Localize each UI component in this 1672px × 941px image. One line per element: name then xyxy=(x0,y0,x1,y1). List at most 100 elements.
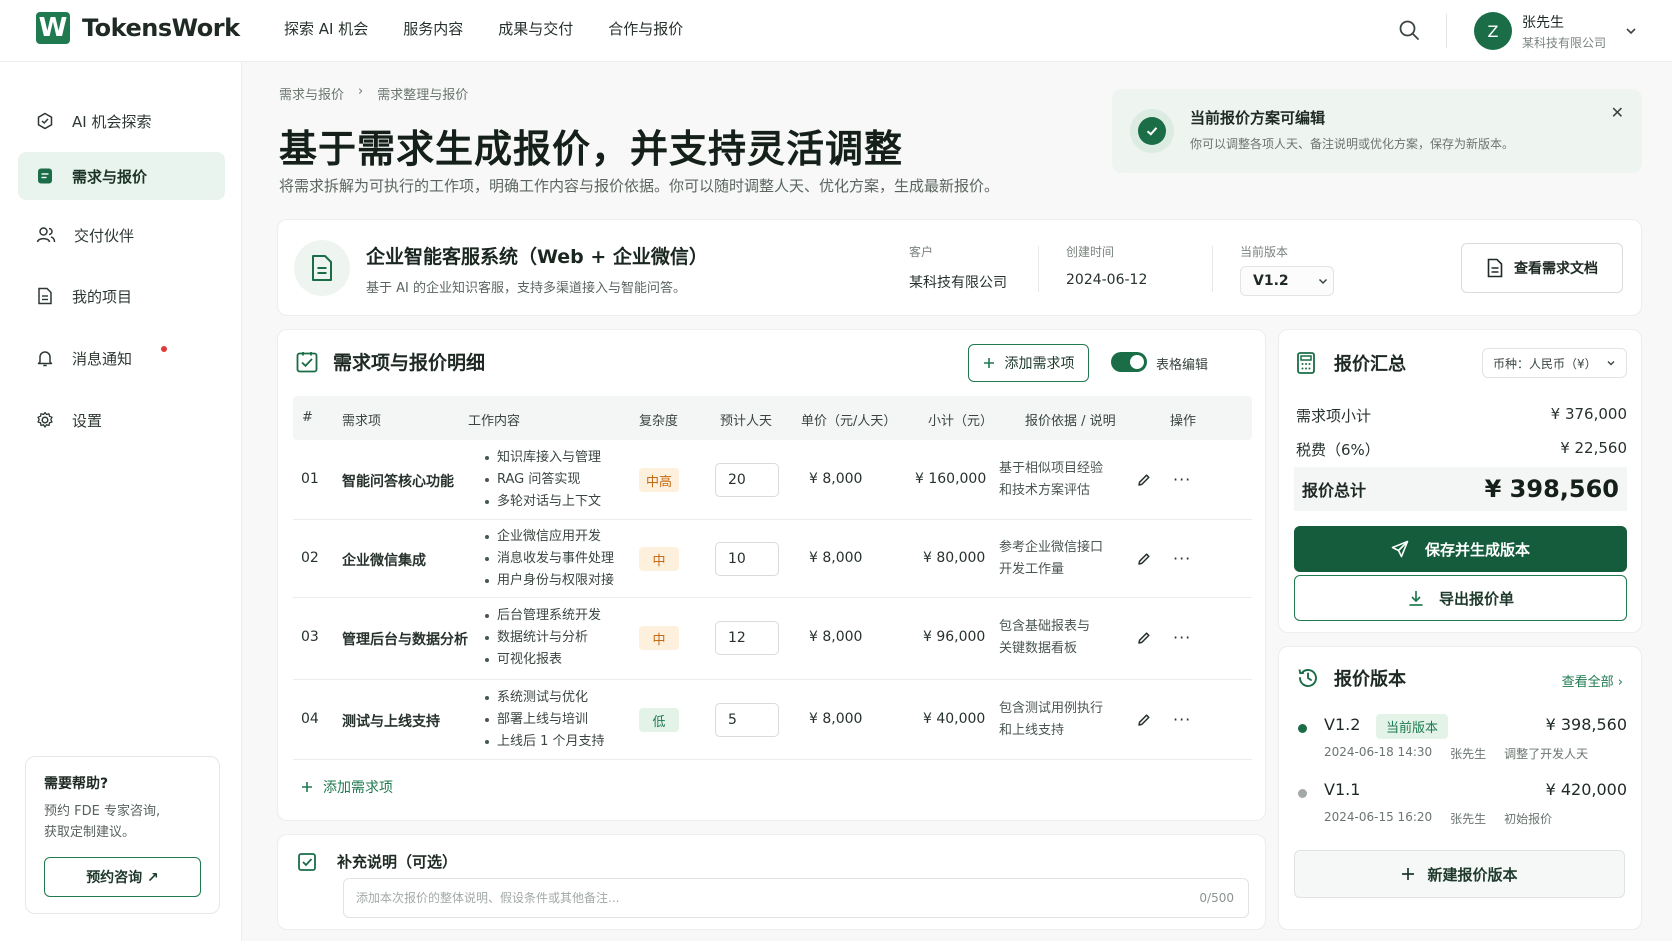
export-quote-button[interactable]: 导出报价单 xyxy=(1294,575,1627,621)
save-version-button[interactable]: 保存并生成版本 xyxy=(1294,526,1627,572)
bell-icon xyxy=(36,349,54,367)
add-item-button[interactable]: 添加需求项 xyxy=(968,344,1089,382)
col-days: 预计人天 xyxy=(720,414,773,429)
more-icon[interactable]: ··· xyxy=(1173,549,1191,568)
file-icon xyxy=(1486,258,1504,278)
row-index: 03 xyxy=(301,629,319,645)
document-icon xyxy=(36,167,54,185)
col-work: 工作内容 xyxy=(468,414,521,429)
version-select[interactable]: V1.2 xyxy=(1240,266,1334,296)
row-index: 01 xyxy=(301,471,319,487)
version-name: V1.1 xyxy=(1324,780,1361,799)
row-works: 知识库接入与管理 RAG 问答实现 多轮对话与上下文 xyxy=(483,447,601,513)
more-icon[interactable]: ··· xyxy=(1173,628,1191,647)
sidebar-item-partners[interactable]: 交付伙伴 xyxy=(18,211,225,259)
complexity-badge: 中高 xyxy=(639,468,679,492)
version-amount: ¥ 398,560 xyxy=(1545,715,1627,734)
row-price: ¥ 8,000 xyxy=(809,550,863,566)
version-meta: 2024-06-18 14:30 张先生 调整了开发人天 xyxy=(1324,745,1589,761)
breadcrumb-item[interactable]: 需求与报价 xyxy=(279,84,344,103)
edit-icon[interactable] xyxy=(1137,713,1151,727)
row-name: 智能问答核心功能 xyxy=(342,474,454,490)
nav-explore[interactable]: 探索 AI 机会 xyxy=(284,18,368,39)
row-actions: ··· xyxy=(1137,549,1191,568)
toggle-label: 表格编辑 xyxy=(1156,358,1209,373)
row-note: 包含测试用例执行 和上线支持 xyxy=(999,701,1104,738)
more-icon[interactable]: ··· xyxy=(1173,470,1191,489)
items-title: 需求项与报价明细 xyxy=(333,352,486,374)
avatar[interactable]: Z xyxy=(1474,12,1512,50)
client-meta: 客户 某科技有限公司 xyxy=(909,245,1007,291)
summary-title: 报价汇总 xyxy=(1334,354,1406,375)
row-name: 管理后台与数据分析 xyxy=(342,632,468,648)
table-row: 03 管理后台与数据分析 后台管理系统开发 数据统计与分析 可视化报表 中 12… xyxy=(293,598,1252,680)
chevron-down-icon[interactable] xyxy=(1624,24,1638,38)
col-ops: 操作 xyxy=(1170,414,1197,429)
versions-header: 报价版本 xyxy=(1296,665,1406,691)
days-input[interactable]: 12 xyxy=(715,621,779,655)
days-input[interactable]: 10 xyxy=(715,542,779,576)
more-icon[interactable]: ··· xyxy=(1173,710,1191,729)
add-item-link[interactable]: 添加需求项 xyxy=(301,777,393,797)
row-subtotal: ¥ 96,000 xyxy=(923,629,986,645)
new-version-button[interactable]: 新建报价版本 xyxy=(1294,850,1625,898)
row-note: 参考企业微信接口 开发工作量 xyxy=(999,540,1104,577)
col-index: # xyxy=(302,410,313,425)
supplement-header: 补充说明（可选） xyxy=(297,851,457,872)
project-info-card: 企业智能客服系统（Web + 企业微信） 基于 AI 的企业知识客服，支持多渠道… xyxy=(277,219,1642,316)
help-card: 需要帮助? 预约 FDE 专家咨询, 获取定制建议。 预约咨询 ↗ xyxy=(25,756,220,914)
view-doc-button[interactable]: 查看需求文档 xyxy=(1461,243,1623,293)
sidebar-item-settings[interactable]: 设置 xyxy=(18,396,225,444)
sidebar: AI 机会探索 需求与报价 交付伙伴 我的项目 消息通知 设置 需要帮助? 预约… xyxy=(0,62,242,941)
sidebar-item-label: AI 机会探索 xyxy=(72,112,152,131)
items-header: 需求项与报价明细 xyxy=(295,348,485,375)
logo[interactable]: W TokensWork xyxy=(36,12,240,44)
edit-icon[interactable] xyxy=(1137,552,1151,566)
compass-icon xyxy=(36,112,54,130)
days-input[interactable]: 20 xyxy=(715,463,779,497)
summary-card: 报价汇总 币种：人民币（¥） 需求项小计 ¥ 376,000 税费（6%） ¥ … xyxy=(1278,329,1642,633)
logo-mark: W xyxy=(36,12,70,44)
help-desc: 预约 FDE 专家咨询, 获取定制建议。 xyxy=(44,804,161,840)
row-name: 测试与上线支持 xyxy=(342,714,440,730)
version-amount: ¥ 420,000 xyxy=(1545,780,1627,799)
version-dot xyxy=(1298,724,1307,733)
nav-pricing[interactable]: 合作与报价 xyxy=(608,18,683,39)
supplement-textarea[interactable]: 添加本次报价的整体说明、假设条件或其他备注... 0/500 xyxy=(343,878,1249,918)
sidebar-item-quote[interactable]: 需求与报价 xyxy=(18,152,225,200)
days-input[interactable]: 5 xyxy=(715,703,779,737)
currency-select[interactable]: 币种：人民币（¥） xyxy=(1482,348,1627,378)
created-meta: 创建时间 2024-06-12 xyxy=(1066,245,1148,288)
table-edit-toggle[interactable] xyxy=(1111,352,1147,372)
close-icon[interactable]: ✕ xyxy=(1611,103,1624,122)
checkbox-icon xyxy=(297,852,317,872)
subtotal-row: 需求项小计 ¥ 376,000 xyxy=(1296,405,1627,425)
send-icon xyxy=(1391,540,1409,558)
edit-icon[interactable] xyxy=(1137,473,1151,487)
nav-services[interactable]: 服务内容 xyxy=(403,18,463,39)
complexity-badge: 低 xyxy=(639,708,679,732)
tax-row: 税费（6%） ¥ 22,560 xyxy=(1296,439,1627,459)
sidebar-item-ai-explore[interactable]: AI 机会探索 xyxy=(18,97,225,145)
col-name: 需求项 xyxy=(342,414,382,429)
sidebar-item-notifications[interactable]: 消息通知 xyxy=(18,334,225,382)
edit-icon[interactable] xyxy=(1137,631,1151,645)
total-amount: ¥ 398,560 xyxy=(1484,475,1619,503)
col-price: 单价（元/人天） xyxy=(801,414,897,429)
nav-deliverables[interactable]: 成果与交付 xyxy=(498,18,573,39)
sidebar-item-label: 设置 xyxy=(72,411,103,430)
sidebar-item-projects[interactable]: 我的项目 xyxy=(18,272,225,320)
row-actions: ··· xyxy=(1137,470,1191,489)
items-card: 需求项与报价明细 添加需求项 表格编辑 # 需求项 工作内容 复杂度 预计人天 … xyxy=(277,329,1266,821)
project-name: 企业智能客服系统（Web + 企业微信） xyxy=(366,246,708,268)
gear-icon xyxy=(36,411,54,429)
row-name: 企业微信集成 xyxy=(342,553,426,569)
view-all-link[interactable]: 查看全部 › xyxy=(1562,671,1623,690)
search-icon[interactable] xyxy=(1398,19,1420,41)
table-row: 02 企业微信集成 企业微信应用开发 消息收发与事件处理 用户身份与权限对接 中… xyxy=(293,520,1252,598)
complexity-badge: 中 xyxy=(639,626,679,650)
document-icon xyxy=(294,240,350,296)
top-header: W TokensWork 探索 AI 机会 服务内容 成果与交付 合作与报价 Z… xyxy=(0,0,1672,62)
book-consult-button[interactable]: 预约咨询 ↗ xyxy=(44,857,201,897)
user-name[interactable]: 张先生 xyxy=(1522,12,1564,32)
